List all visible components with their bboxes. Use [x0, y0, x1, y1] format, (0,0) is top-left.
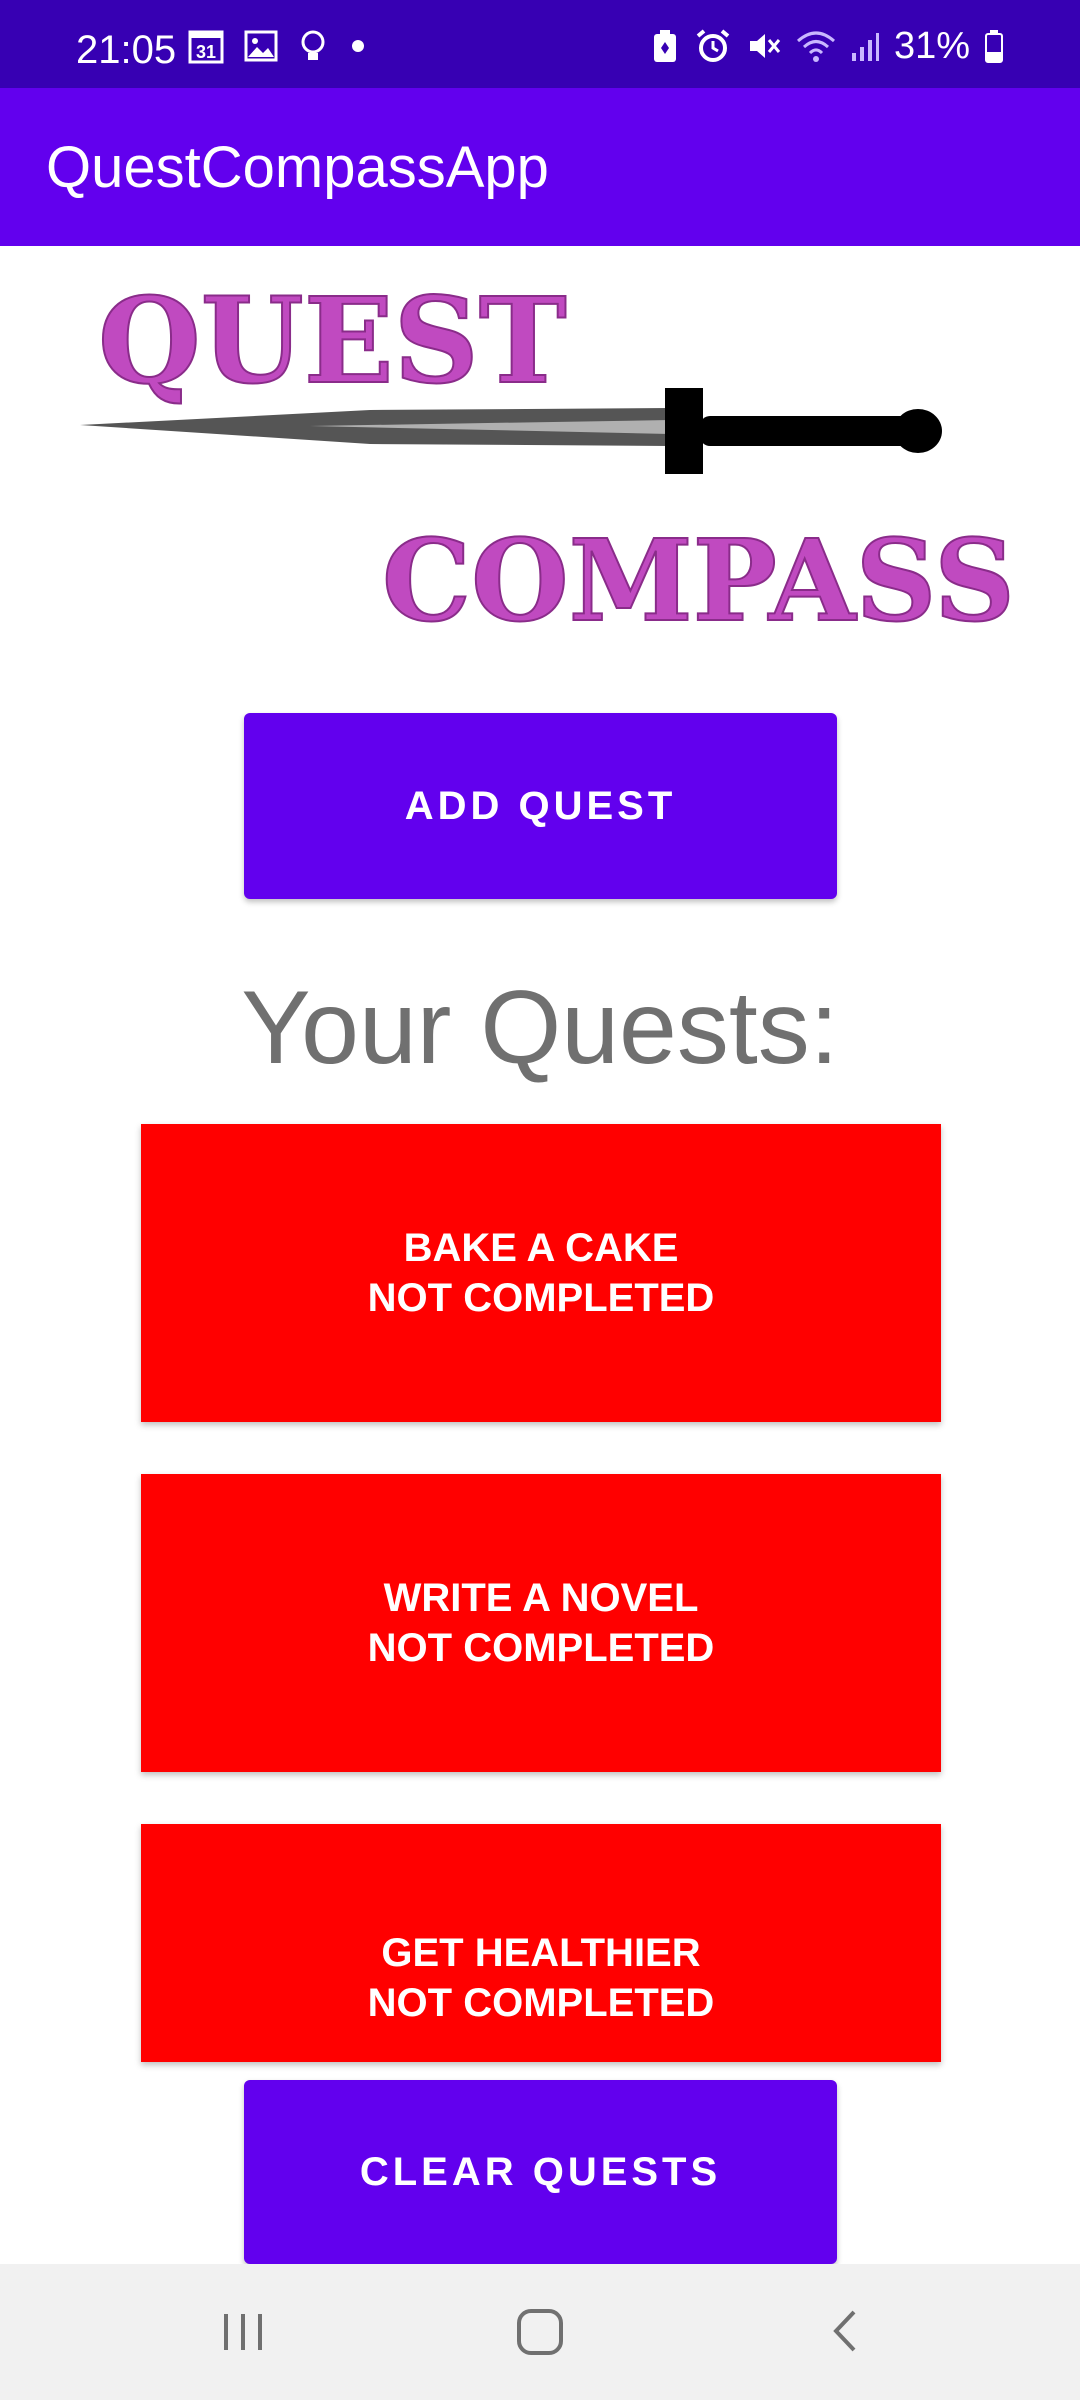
quest-status: NOT COMPLETED — [367, 1626, 715, 1670]
quest-status: NOT COMPLETED — [367, 1981, 715, 2025]
battery-saver-icon — [653, 30, 676, 62]
alarm-icon — [696, 29, 730, 62]
calendar-icon: 31 — [188, 30, 224, 64]
quest-name: BAKE A CAKE — [403, 1226, 679, 1270]
status-bar: 21:05 31 31% — [0, 0, 1080, 88]
signal-icon — [851, 33, 879, 61]
quest-card[interactable]: WRITE A NOVEL NOT COMPLETED — [141, 1474, 941, 1772]
wifi-icon — [796, 31, 835, 62]
logo-quest-text: QUEST — [98, 271, 567, 410]
add-quest-button[interactable]: ADD QUEST — [244, 713, 837, 899]
app-bar: QuestCompassApp — [0, 88, 1080, 246]
quest-card[interactable]: BAKE A CAKE NOT COMPLETED — [141, 1124, 941, 1422]
mute-icon — [749, 34, 781, 58]
gallery-icon — [244, 30, 278, 62]
battery-icon — [985, 30, 1003, 63]
clear-quests-button[interactable]: CLEAR QUESTS — [244, 2080, 837, 2264]
quest-card[interactable]: GET HEALTHIER NOT COMPLETED — [141, 1824, 941, 2062]
calendar-day: 31 — [196, 42, 216, 62]
quest-name: GET HEALTHIER — [381, 1931, 701, 1975]
dot-icon — [352, 40, 364, 52]
home-icon[interactable] — [514, 2306, 566, 2358]
navigation-bar — [0, 2264, 1080, 2400]
logo-compass-text: COMPASS — [382, 516, 1010, 640]
battery-percent: 31% — [893, 25, 970, 67]
recent-apps-icon[interactable] — [218, 2306, 268, 2356]
status-right-icons: 31% — [650, 26, 1004, 66]
status-time: 21:05 — [76, 28, 177, 72]
bulb-icon — [301, 30, 325, 60]
quest-compass-logo: QUEST COMPASS — [80, 270, 1010, 640]
quest-name: WRITE A NOVEL — [383, 1576, 699, 1620]
status-left-icons: 31 — [188, 28, 368, 64]
your-quests-heading: Your Quests: — [241, 970, 839, 1086]
quest-status: NOT COMPLETED — [367, 1276, 715, 1320]
app-title: QuestCompassApp — [46, 135, 549, 200]
back-icon[interactable] — [824, 2306, 864, 2356]
